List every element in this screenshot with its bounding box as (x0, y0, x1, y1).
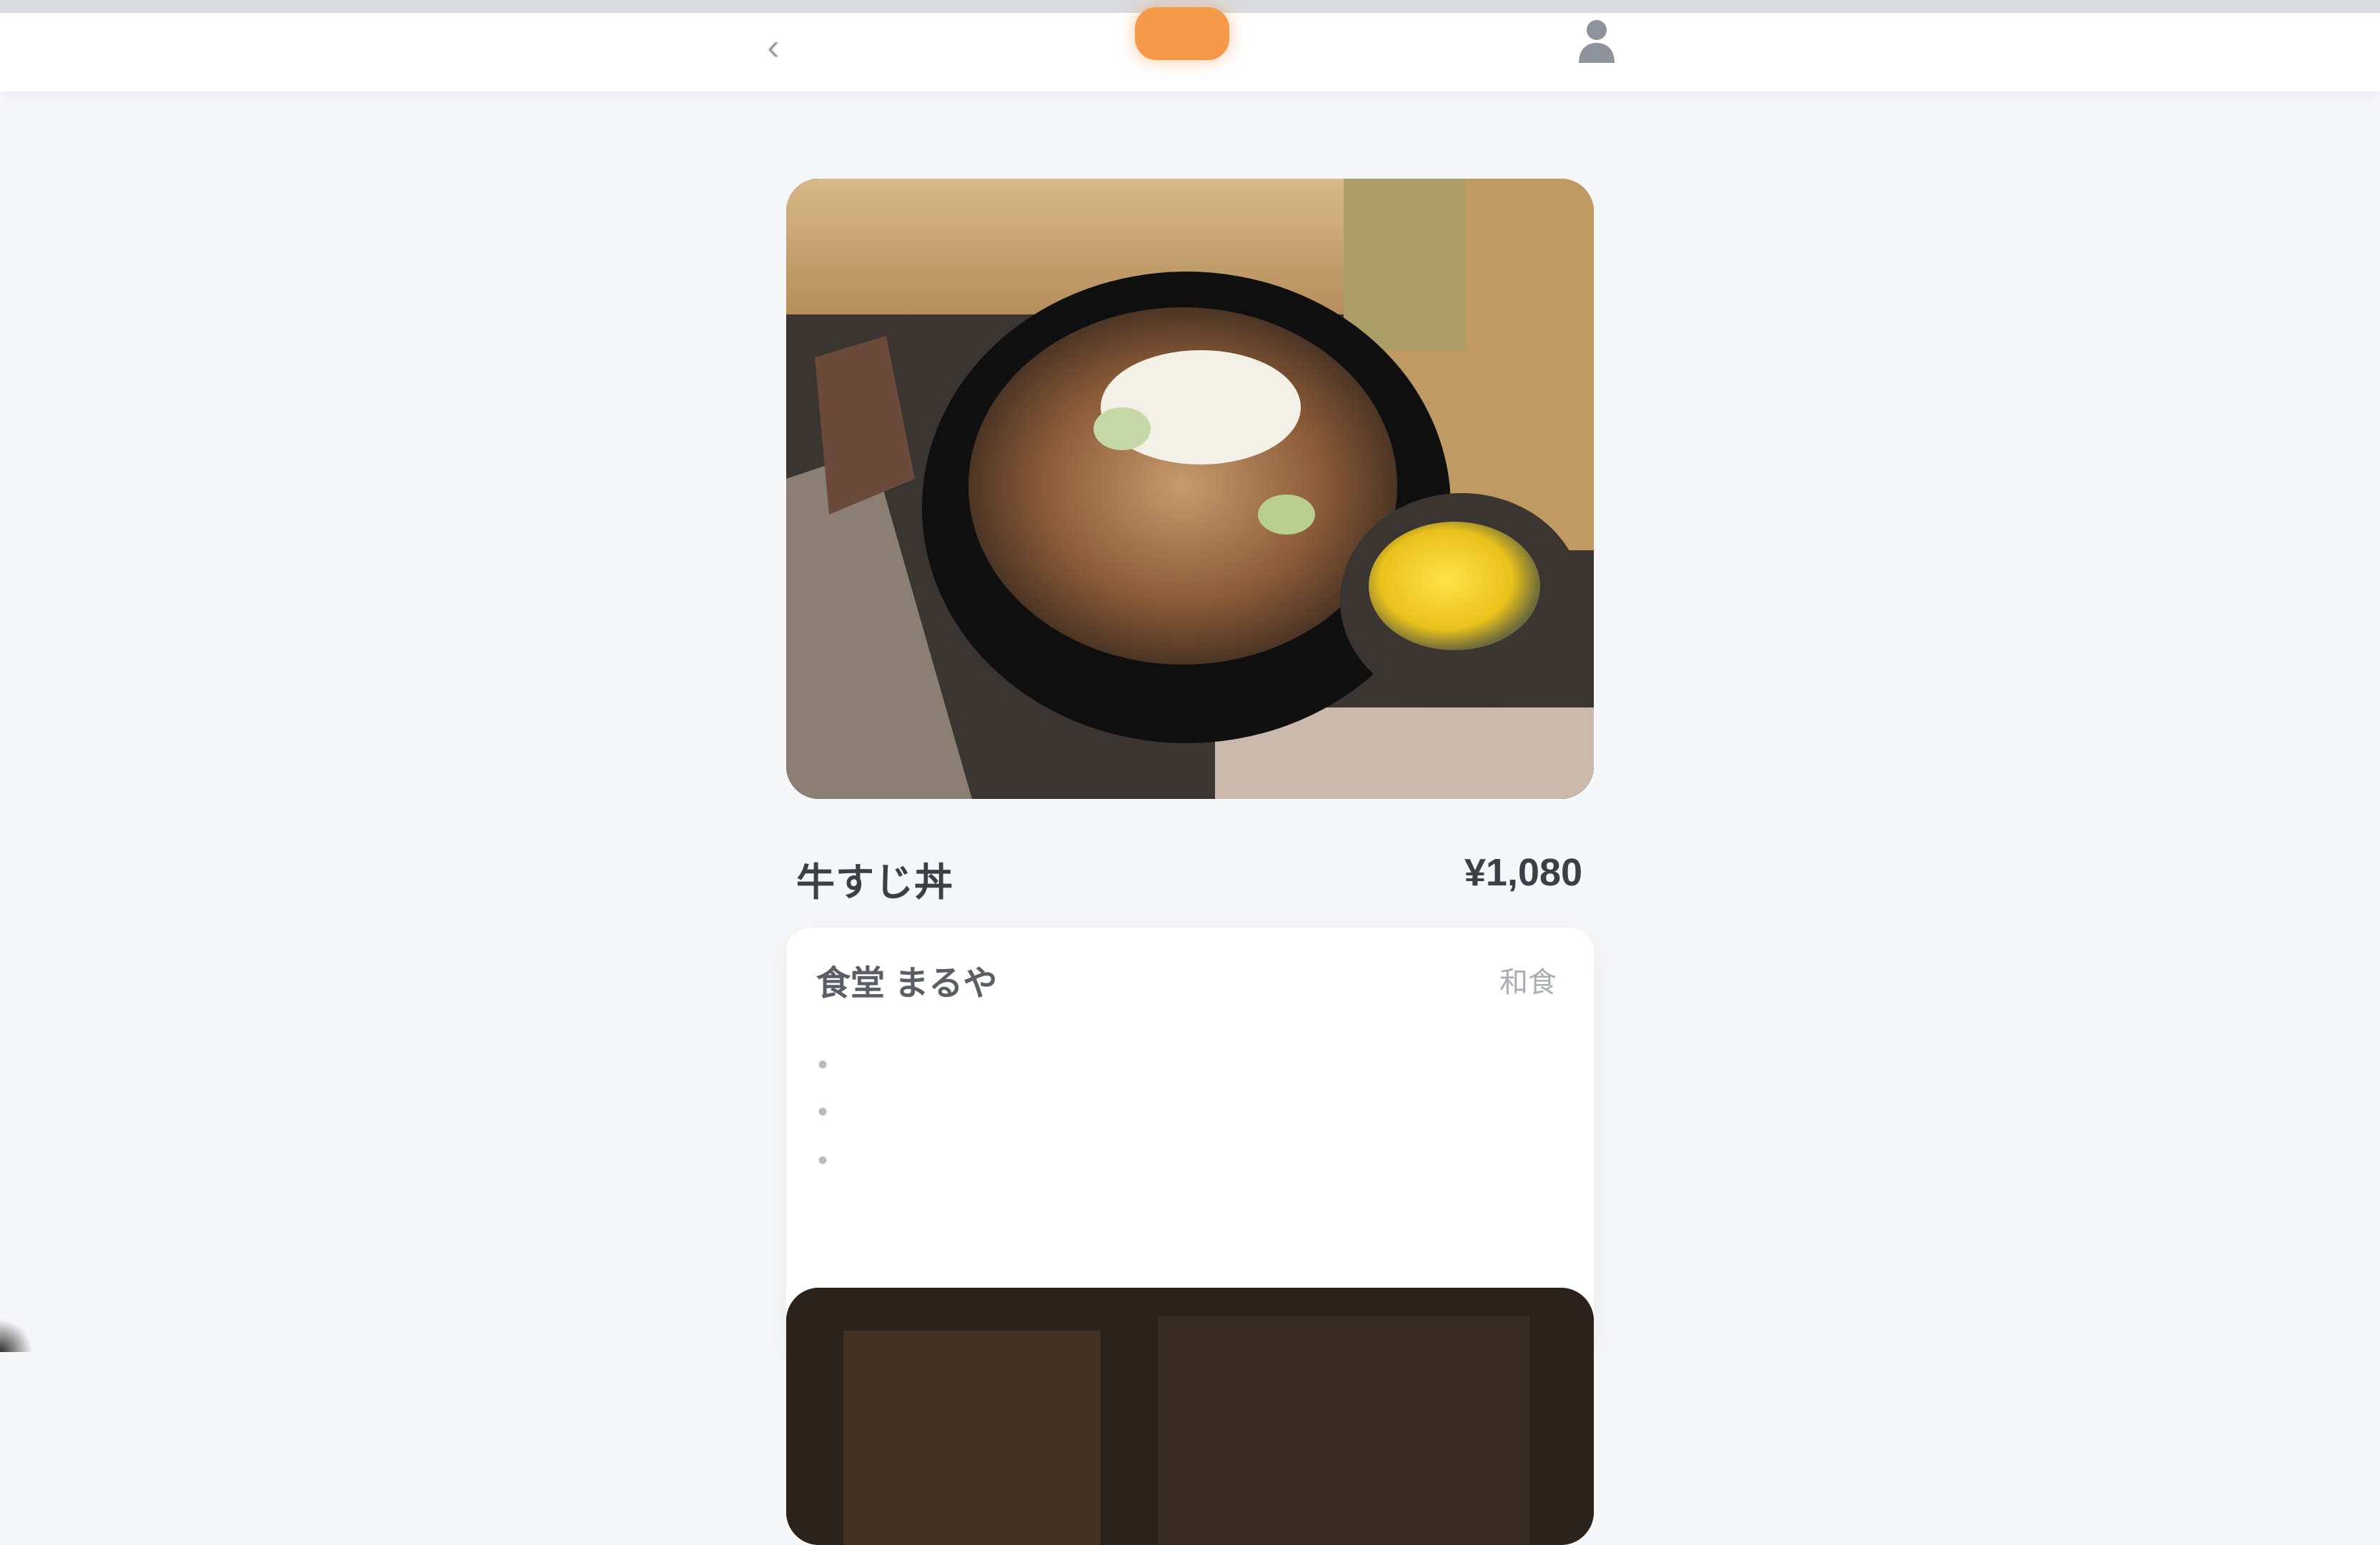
top-navigation-bar: ‹ (0, 0, 2380, 91)
post-title[interactable]: 牛すじ丼 (796, 850, 953, 907)
shop-name[interactable]: 食堂 まるや (816, 955, 997, 1005)
category-tag: 和食 (1499, 959, 1557, 1000)
next-post-photo[interactable] (786, 1288, 1594, 1545)
app-logo[interactable] (1135, 7, 1229, 60)
user-icon[interactable] (1570, 11, 1624, 70)
info-line: • (818, 1049, 828, 1081)
post-price: ¥1,080 (1464, 850, 1582, 895)
info-line: • (818, 1145, 828, 1177)
corner-shadow (0, 1319, 33, 1352)
post-photo[interactable] (786, 179, 1594, 799)
info-line: • (818, 1096, 828, 1128)
back-icon[interactable]: ‹ (752, 20, 795, 74)
post-title-row: 牛すじ丼 ¥1,080 (796, 838, 1582, 902)
